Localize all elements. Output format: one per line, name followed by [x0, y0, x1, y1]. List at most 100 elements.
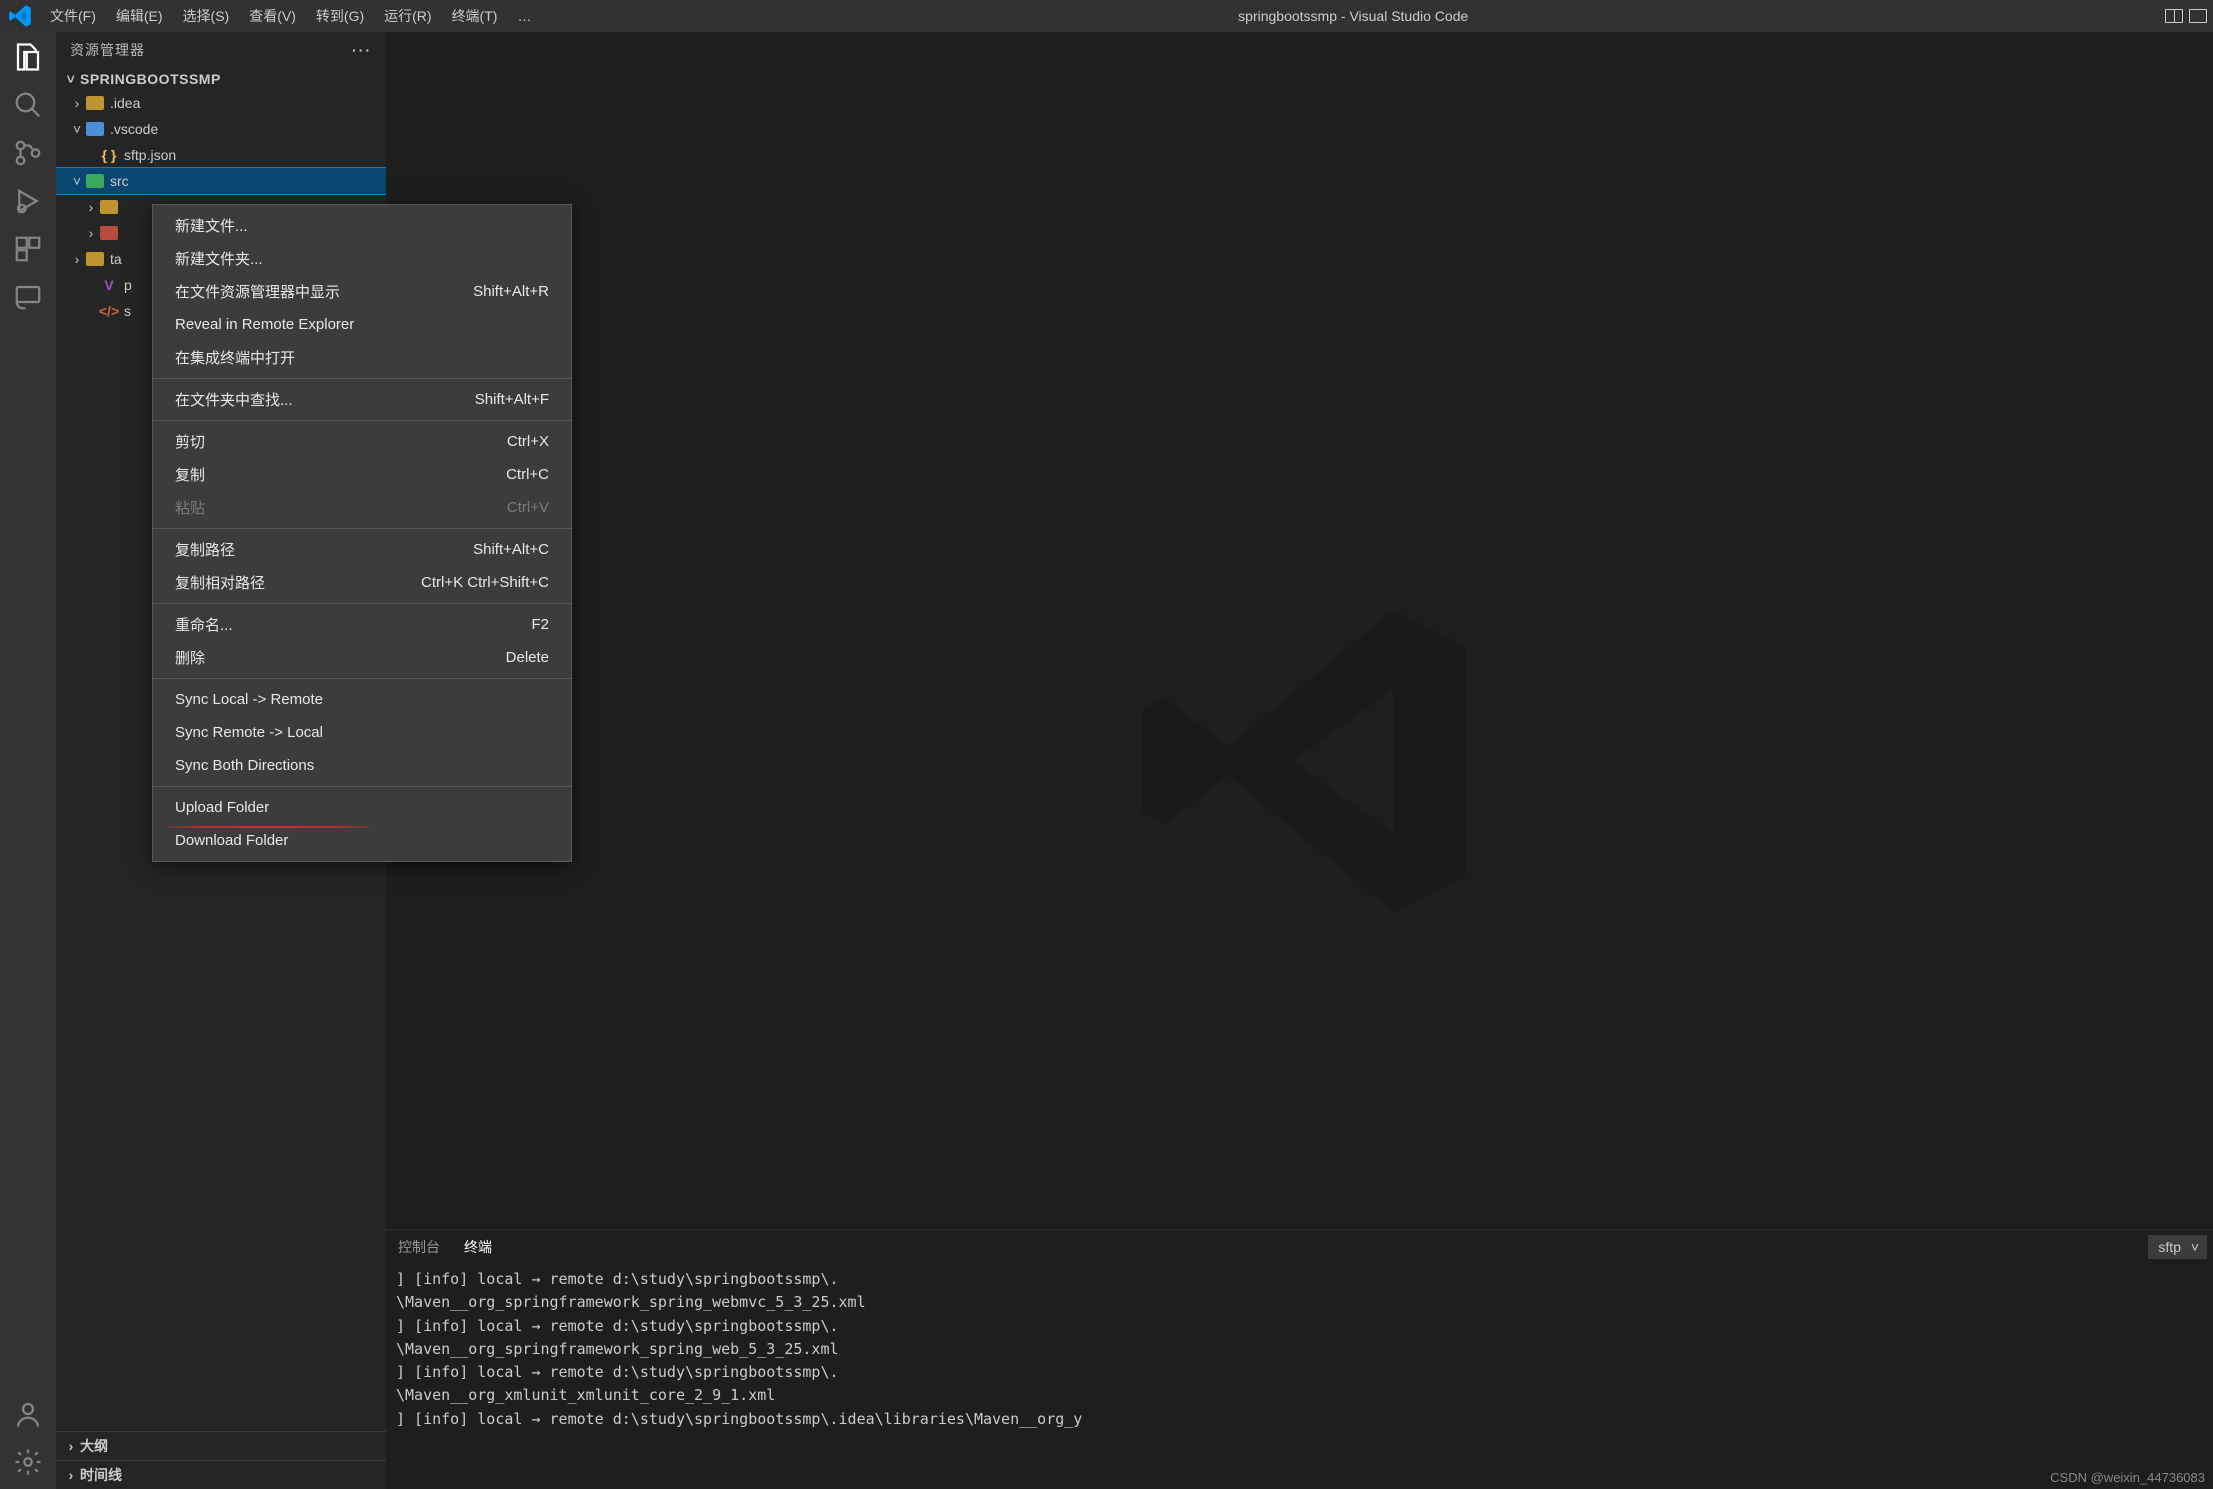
search-icon[interactable] [13, 90, 43, 120]
context-menu-item[interactable]: 复制路径 Shift+Alt+C [153, 533, 571, 566]
ctx-label: 新建文件夹... [175, 248, 263, 269]
terminal-output[interactable]: ] [info] local → remote d:\study\springb… [386, 1264, 2213, 1489]
accounts-icon[interactable] [13, 1399, 43, 1429]
tree-label: .idea [110, 95, 140, 111]
editor-area: 控制台 终端 sftp ˅ ] [info] local → remote d:… [386, 32, 2213, 1489]
menu-terminal[interactable]: 终端(T) [442, 0, 508, 32]
tree-row[interactable]: › .idea [56, 90, 386, 116]
toggle-panel-icon[interactable] [2189, 9, 2207, 23]
context-menu-item[interactable]: 新建文件夹... [153, 242, 571, 275]
context-menu-item[interactable]: 重命名...F2 [153, 608, 571, 641]
extensions-icon[interactable] [13, 234, 43, 264]
context-menu: 新建文件... 新建文件夹... 在文件资源管理器中显示 Shift+Alt+R Rev… [152, 204, 572, 862]
ctx-label: 剪切 [175, 431, 205, 452]
twisty-icon[interactable]: › [70, 251, 84, 267]
context-menu-item[interactable]: 复制 Ctrl+C [153, 458, 571, 491]
vscode-logo-icon [8, 4, 32, 28]
context-menu-item[interactable]: Reveal in Remote Explorer [153, 308, 571, 341]
tree-label: ta [110, 251, 122, 267]
menu-run[interactable]: 运行(R) [374, 0, 441, 32]
twisty-icon[interactable]: › [84, 225, 98, 241]
ctx-label: Sync Local -> Remote [175, 691, 323, 708]
ctx-label: Upload Folder [175, 799, 269, 816]
settings-gear-icon[interactable] [13, 1447, 43, 1477]
tree-label: sftp.json [124, 147, 176, 163]
context-menu-item[interactable]: 复制相对路径Ctrl+K Ctrl+Shift+C [153, 566, 571, 599]
ctx-shortcut: Shift+Alt+C [473, 541, 549, 558]
ctx-label: 复制 [175, 464, 205, 485]
menu-view[interactable]: 查看(V) [239, 0, 306, 32]
context-menu-item[interactable]: 在文件夹中查找... Shift+Alt+F [153, 383, 571, 416]
menu-selection[interactable]: 选择(S) [173, 0, 240, 32]
context-menu-item[interactable]: 在文件资源管理器中显示 Shift+Alt+R [153, 275, 571, 308]
menu-bar: 文件(F) 编辑(E) 选择(S) 查看(V) 转到(G) 运行(R) 终端(T… [40, 0, 541, 32]
context-menu-item[interactable]: Sync Remote -> Local [153, 716, 571, 749]
window-title: springbootssmp - Visual Studio Code [541, 8, 2165, 24]
source-control-icon[interactable] [13, 138, 43, 168]
explorer-icon[interactable] [13, 42, 43, 72]
twisty-icon[interactable]: › [84, 199, 98, 215]
ctx-shortcut: Shift+Alt+R [473, 283, 549, 300]
twisty-icon[interactable]: ˅ [70, 173, 84, 189]
ctx-label: 新建文件... [175, 215, 248, 236]
ctx-shortcut: Ctrl+C [506, 466, 549, 483]
outline-section[interactable]: ›大纲 [56, 1431, 386, 1460]
ctx-label: Download Folder [175, 832, 288, 849]
context-menu-item[interactable]: Sync Local -> Remote [153, 683, 571, 716]
menu-go[interactable]: 转到(G) [306, 0, 374, 32]
ctx-label: 复制路径 [175, 539, 235, 560]
menu-edit[interactable]: 编辑(E) [106, 0, 173, 32]
sidebar-more-icon[interactable]: ··· [352, 42, 372, 58]
ctx-shortcut: Ctrl+V [507, 499, 549, 516]
tab-debug-console[interactable]: 控制台 [398, 1237, 440, 1257]
context-menu-item[interactable]: 删除 Delete [153, 641, 571, 674]
ctx-shortcut: Ctrl+X [507, 433, 549, 450]
tree-label: s [124, 303, 131, 319]
tree-row[interactable]: { }sftp.json [56, 142, 386, 168]
toggle-sidebar-icon[interactable] [2165, 9, 2183, 23]
menu-file[interactable]: 文件(F) [40, 0, 106, 32]
timeline-section[interactable]: ›时间线 [56, 1460, 386, 1489]
tree-row[interactable]: ˅ .vscode [56, 116, 386, 142]
ctx-label: 在集成终端中打开 [175, 347, 295, 368]
panel-tabs: 控制台 终端 sftp ˅ [386, 1230, 2213, 1264]
activity-bar [0, 32, 56, 1489]
tree-label: .vscode [110, 121, 158, 137]
twisty-icon[interactable]: › [70, 95, 84, 111]
ctx-label: Sync Both Directions [175, 757, 314, 774]
menu-more[interactable]: … [507, 0, 541, 32]
ctx-label: 复制相对路径 [175, 572, 265, 593]
chevron-down-icon: ˅ [2191, 1239, 2199, 1255]
sidebar-header: 资源管理器 ··· [56, 32, 386, 68]
context-menu-item[interactable]: 在集成终端中打开 [153, 341, 571, 374]
tab-terminal[interactable]: 终端 [464, 1237, 492, 1257]
sidebar-footer: ›大纲 ›时间线 [56, 1431, 386, 1489]
ctx-label: Sync Remote -> Local [175, 724, 323, 741]
context-menu-item[interactable]: Upload Folder [153, 791, 571, 824]
ctx-label: 删除 [175, 647, 205, 668]
terminal-selector[interactable]: sftp ˅ [2148, 1235, 2207, 1259]
ctx-label: 在文件资源管理器中显示 [175, 281, 340, 302]
ctx-label: 粘贴 [175, 497, 205, 518]
tree-row[interactable]: ˅ src [56, 168, 386, 194]
ctx-label: 在文件夹中查找... [175, 389, 293, 410]
tree-label: src [110, 173, 129, 189]
context-menu-item[interactable]: 剪切 Ctrl+X [153, 425, 571, 458]
tree-label: p [124, 277, 132, 293]
ctx-shortcut: F2 [531, 616, 549, 633]
title-bar: 文件(F) 编辑(E) 选择(S) 查看(V) 转到(G) 运行(R) 终端(T… [0, 0, 2213, 32]
twisty-icon[interactable]: ˅ [70, 121, 84, 137]
project-name[interactable]: ˅SPRINGBOOTSSMP [56, 68, 386, 90]
context-menu-item[interactable]: 新建文件... [153, 209, 571, 242]
run-debug-icon[interactable] [13, 186, 43, 216]
context-menu-item[interactable]: Download Folder [153, 824, 571, 857]
context-menu-item[interactable]: Sync Both Directions [153, 749, 571, 782]
ctx-shortcut: Delete [506, 649, 549, 666]
terminal-panel: 控制台 终端 sftp ˅ ] [info] local → remote d:… [386, 1229, 2213, 1489]
sidebar-title: 资源管理器 [70, 40, 145, 60]
context-menu-item: 粘贴 Ctrl+V [153, 491, 571, 524]
ctx-label: Reveal in Remote Explorer [175, 316, 354, 333]
watermark-credit: CSDN @weixin_44736083 [2050, 1470, 2205, 1485]
remote-explorer-icon[interactable] [13, 282, 43, 312]
ctx-shortcut: Shift+Alt+F [475, 391, 549, 408]
